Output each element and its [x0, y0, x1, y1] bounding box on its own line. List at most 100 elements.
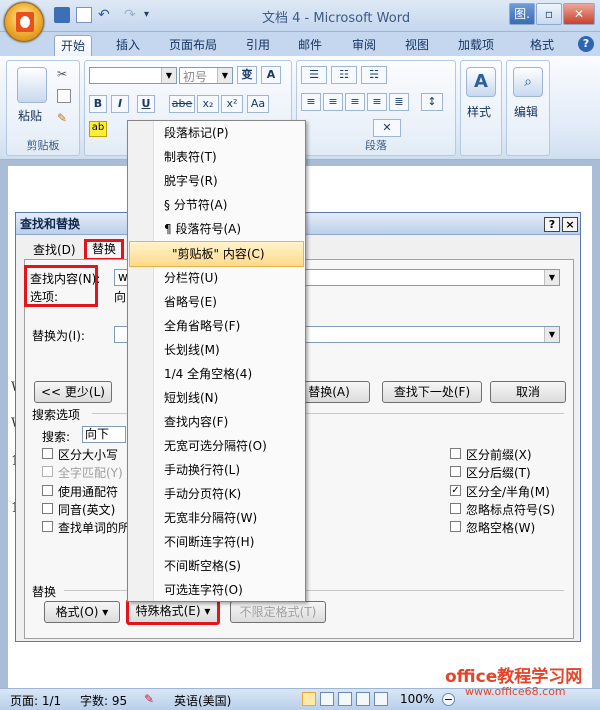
bullets-icon[interactable]: ☰	[301, 66, 327, 84]
multilevel-list-icon[interactable]: ☵	[361, 66, 387, 84]
menu-item-nonbreaking-space[interactable]: 不间断空格(S)	[164, 556, 241, 576]
menu-item-tab[interactable]: 制表符(T)	[164, 147, 217, 167]
menu-item-no-width-non-break[interactable]: 无宽非分隔符(W)	[164, 508, 257, 528]
menu-item-optional-hyphen[interactable]: 可选连字符(O)	[164, 580, 243, 600]
menu-item-find-what[interactable]: 查找内容(F)	[164, 412, 228, 432]
checkbox[interactable]	[450, 466, 461, 477]
align-left-icon[interactable]: ≡	[301, 93, 321, 111]
numbering-icon[interactable]: ☷	[331, 66, 357, 84]
tab-home[interactable]: 开始	[54, 35, 93, 56]
menu-item-section-break[interactable]: § 分节符(A)	[164, 195, 227, 215]
asian-layout-icon[interactable]: ✕	[373, 119, 401, 137]
checkbox[interactable]	[42, 521, 53, 532]
print-layout-icon[interactable]	[302, 692, 316, 706]
phonetic-guide-icon[interactable]: 变	[237, 66, 257, 84]
strikethrough-button[interactable]: abe	[169, 95, 195, 113]
menu-item-en-dash[interactable]: 短划线(N)	[164, 388, 218, 408]
paste-label[interactable]: 粘贴	[18, 107, 42, 124]
office-button[interactable]	[4, 2, 44, 42]
tab-references[interactable]: 引用	[240, 35, 276, 56]
checkbox[interactable]	[450, 503, 461, 514]
font-name-combo[interactable]: ▼	[89, 67, 177, 84]
web-layout-icon[interactable]	[338, 692, 352, 706]
search-direction-select[interactable]: 向下	[82, 426, 126, 443]
word-count[interactable]: 字数: 95	[80, 692, 127, 709]
edit-label[interactable]: 编辑	[514, 103, 538, 120]
font-size-combo[interactable]: 初号 ▼	[179, 67, 233, 84]
menu-item-em-dash[interactable]: 长划线(M)	[164, 340, 220, 360]
menu-item-paragraph-mark[interactable]: 段落标记(P)	[164, 123, 229, 143]
char-border-icon[interactable]: A	[261, 66, 281, 84]
tab-view[interactable]: 视图	[399, 35, 435, 56]
draft-icon[interactable]	[374, 692, 388, 706]
find-next-button[interactable]: 查找下一处(F)	[382, 381, 482, 403]
help-icon[interactable]: ?	[578, 36, 594, 52]
minimize-button[interactable]: 图.	[509, 3, 535, 25]
binoculars-icon[interactable]: ⌕	[513, 67, 543, 97]
tab-insert[interactable]: 插入	[110, 35, 146, 56]
cancel-button[interactable]: 取消	[490, 381, 566, 403]
menu-item-column-break[interactable]: 分栏符(U)	[164, 268, 218, 288]
clear-format-button[interactable]: Aa	[247, 95, 269, 113]
page-count[interactable]: 页面: 1/1	[10, 692, 61, 709]
qat-customize-icon[interactable]: ▾	[144, 7, 160, 23]
tab-addins[interactable]: 加载项	[452, 35, 500, 56]
checkbox[interactable]	[42, 503, 53, 514]
line-spacing-icon[interactable]: ↕	[421, 93, 443, 111]
tab-format[interactable]: 格式	[524, 35, 560, 56]
align-right-icon[interactable]: ≡	[345, 93, 365, 111]
menu-item-fullwidth-ellipsis[interactable]: 全角省略号(F)	[164, 316, 240, 336]
cut-icon[interactable]: ✂	[57, 67, 71, 81]
checkbox-checked[interactable]: ✓	[450, 485, 461, 496]
styles-icon[interactable]: A	[466, 67, 496, 97]
tab-replace[interactable]: 替换	[84, 239, 125, 261]
close-button[interactable]: ✕	[563, 3, 595, 25]
checkbox[interactable]	[450, 448, 461, 459]
checkbox[interactable]	[450, 521, 461, 532]
special-format-button[interactable]: 特殊格式(E) ▾	[126, 599, 220, 625]
redo-icon[interactable]: ↷	[124, 7, 140, 23]
paste-icon[interactable]	[17, 67, 47, 103]
underline-button[interactable]: U	[137, 95, 155, 113]
language-indicator[interactable]: 英语(美国)	[174, 692, 231, 709]
menu-item-clipboard-contents[interactable]: "剪贴板" 内容(C)	[172, 244, 265, 264]
menu-item-quarter-space[interactable]: 1/4 全角空格(4)	[164, 364, 252, 384]
new-doc-icon[interactable]	[76, 7, 92, 23]
menu-item-manual-line-break[interactable]: 手动换行符(L)	[164, 460, 240, 480]
menu-item-optional-break[interactable]: 无宽可选分隔符(O)	[164, 436, 267, 456]
justify-icon[interactable]: ≡	[367, 93, 387, 111]
tab-find[interactable]: 查找(D)	[28, 241, 81, 260]
less-button[interactable]: << 更少(L)	[34, 381, 112, 403]
menu-item-paragraph-symbol[interactable]: ¶ 段落符号(A)	[164, 219, 241, 239]
italic-button[interactable]: I	[111, 95, 129, 113]
dialog-help-button[interactable]: ?	[544, 217, 560, 232]
align-center-icon[interactable]: ≡	[323, 93, 343, 111]
bold-button[interactable]: B	[89, 95, 107, 113]
superscript-button[interactable]: x²	[221, 95, 243, 113]
tab-mailings[interactable]: 邮件	[292, 35, 328, 56]
checkbox[interactable]	[42, 485, 53, 496]
menu-item-caret[interactable]: 脱字号(R)	[164, 171, 218, 191]
outline-icon[interactable]	[356, 692, 370, 706]
copy-icon[interactable]	[57, 89, 71, 103]
proofing-icon[interactable]: ✎	[144, 692, 154, 706]
subscript-button[interactable]: x₂	[197, 95, 219, 113]
distribute-icon[interactable]: ≣	[389, 93, 409, 111]
dialog-close-button[interactable]: ×	[562, 217, 578, 232]
format-dropdown-button[interactable]: 格式(O) ▾	[44, 601, 120, 623]
checkbox[interactable]	[42, 448, 53, 459]
format-painter-icon[interactable]: ✎	[57, 111, 71, 125]
tab-review[interactable]: 审阅	[346, 35, 382, 56]
zoom-out-icon[interactable]: −	[442, 693, 455, 706]
menu-item-nonbreaking-hyphen[interactable]: 不间断连字符(H)	[164, 532, 254, 552]
styles-label[interactable]: 样式	[467, 103, 491, 120]
save-icon[interactable]	[54, 7, 70, 23]
highlight-icon[interactable]: ab	[89, 121, 107, 137]
zoom-level[interactable]: 100%	[400, 692, 434, 706]
menu-item-ellipsis[interactable]: 省略号(E)	[164, 292, 217, 312]
undo-icon[interactable]: ↶	[98, 7, 114, 23]
restore-button[interactable]: ▫	[536, 3, 562, 25]
tab-layout[interactable]: 页面布局	[163, 35, 223, 56]
menu-item-manual-page-break[interactable]: 手动分页符(K)	[164, 484, 241, 504]
fullscreen-reading-icon[interactable]	[320, 692, 334, 706]
